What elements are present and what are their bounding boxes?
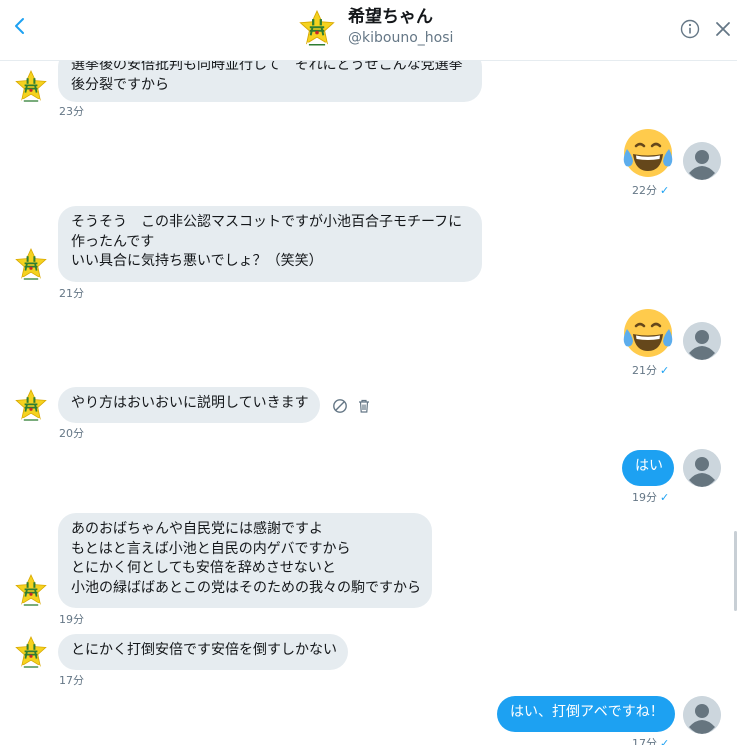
block-icon[interactable] [332, 398, 348, 414]
message-time: 22分 [632, 184, 657, 197]
user-handle[interactable]: @kibouno_hosi [348, 29, 453, 47]
message-text: はい [635, 458, 663, 474]
sender-avatar[interactable] [15, 389, 47, 423]
close-icon[interactable] [713, 19, 733, 39]
sent-message[interactable]: はい [622, 450, 674, 486]
my-avatar [683, 322, 721, 360]
message-list[interactable]: 選挙後の安倍批判も同時並行して それにどうせこんな党選挙 後分裂ですから 23分… [0, 61, 737, 745]
conversation-header: 希望ちゃん @kibouno_hosi [0, 0, 737, 61]
sender-avatar[interactable] [15, 248, 47, 282]
received-message[interactable]: とにかく打倒安倍です安倍を倒すしかない [58, 634, 348, 670]
sender-avatar[interactable] [15, 70, 47, 104]
message-time: 21分 [59, 287, 84, 300]
face-with-tears-of-joy-emoji[interactable] [622, 127, 674, 179]
message-line: やり方はおいおいに説明していきます [71, 395, 309, 411]
my-avatar [683, 142, 721, 180]
face-with-tears-of-joy-emoji[interactable] [622, 307, 674, 359]
back-button[interactable] [10, 14, 34, 42]
message-line: 作ったんです [71, 233, 155, 250]
message-time: 17分 [632, 737, 657, 745]
sender-avatar[interactable] [15, 574, 47, 608]
chevron-left-icon [15, 18, 24, 34]
message-line: 小池の緑ばばあとこの党はそのための我々の駒ですから [71, 579, 421, 596]
message-line: とにかく打倒安倍です安倍を倒すしかない [71, 642, 337, 658]
display-name[interactable]: 希望ちゃん [348, 6, 433, 28]
received-message[interactable]: 選挙後の安倍批判も同時並行して それにどうせこんな党選挙 後分裂ですから [58, 61, 482, 102]
message-line: あのおばちゃんや自民党には感謝ですよ [71, 521, 323, 537]
message-status: 22分 ✓ [632, 182, 669, 198]
message-status: 19分 ✓ [632, 489, 669, 505]
message-status: 17分 ✓ [632, 735, 669, 745]
message-time: 19分 [632, 491, 657, 504]
message-line: 後分裂ですから [71, 76, 169, 93]
received-message[interactable]: あのおばちゃんや自民党には感謝ですよ もとはと言えば小池と自民の内ゲバですから … [58, 513, 432, 608]
message-text: はい、打倒アベですね！ [510, 704, 664, 720]
info-icon[interactable] [680, 19, 700, 39]
message-line: そうそう この非公認マスコットですが小池百合子モチーフに [71, 214, 463, 230]
message-line: もとはと言えば小池と自民の内ゲバですから [71, 540, 351, 557]
message-time: 17分 [59, 674, 84, 687]
checkmark-icon: ✓ [660, 184, 670, 197]
my-avatar [683, 696, 721, 734]
message-time: 20分 [59, 427, 84, 440]
message-time: 21分 [632, 364, 657, 377]
message-time: 19分 [59, 613, 84, 626]
message-status: 21分 ✓ [632, 362, 669, 378]
sent-message[interactable]: はい、打倒アベですね！ [497, 696, 675, 732]
sender-avatar[interactable] [15, 636, 47, 670]
my-avatar [683, 449, 721, 487]
trash-icon[interactable] [356, 398, 372, 414]
checkmark-icon: ✓ [660, 737, 670, 745]
message-line: いい具合に気持ち悪いでしょ？（笑笑） [71, 253, 323, 269]
message-time: 23分 [59, 105, 84, 118]
message-line: 選挙後の安倍批判も同時並行して それにどうせこんな党選挙 [71, 61, 463, 73]
message-line: とにかく何としても安倍を辞めさせないと [71, 560, 336, 576]
checkmark-icon: ✓ [660, 364, 670, 377]
received-message[interactable]: そうそう この非公認マスコットですが小池百合子モチーフに 作ったんです いい具合… [58, 206, 482, 282]
profile-avatar[interactable] [299, 10, 335, 48]
received-message[interactable]: やり方はおいおいに説明していきます [58, 387, 320, 423]
checkmark-icon: ✓ [660, 491, 670, 504]
